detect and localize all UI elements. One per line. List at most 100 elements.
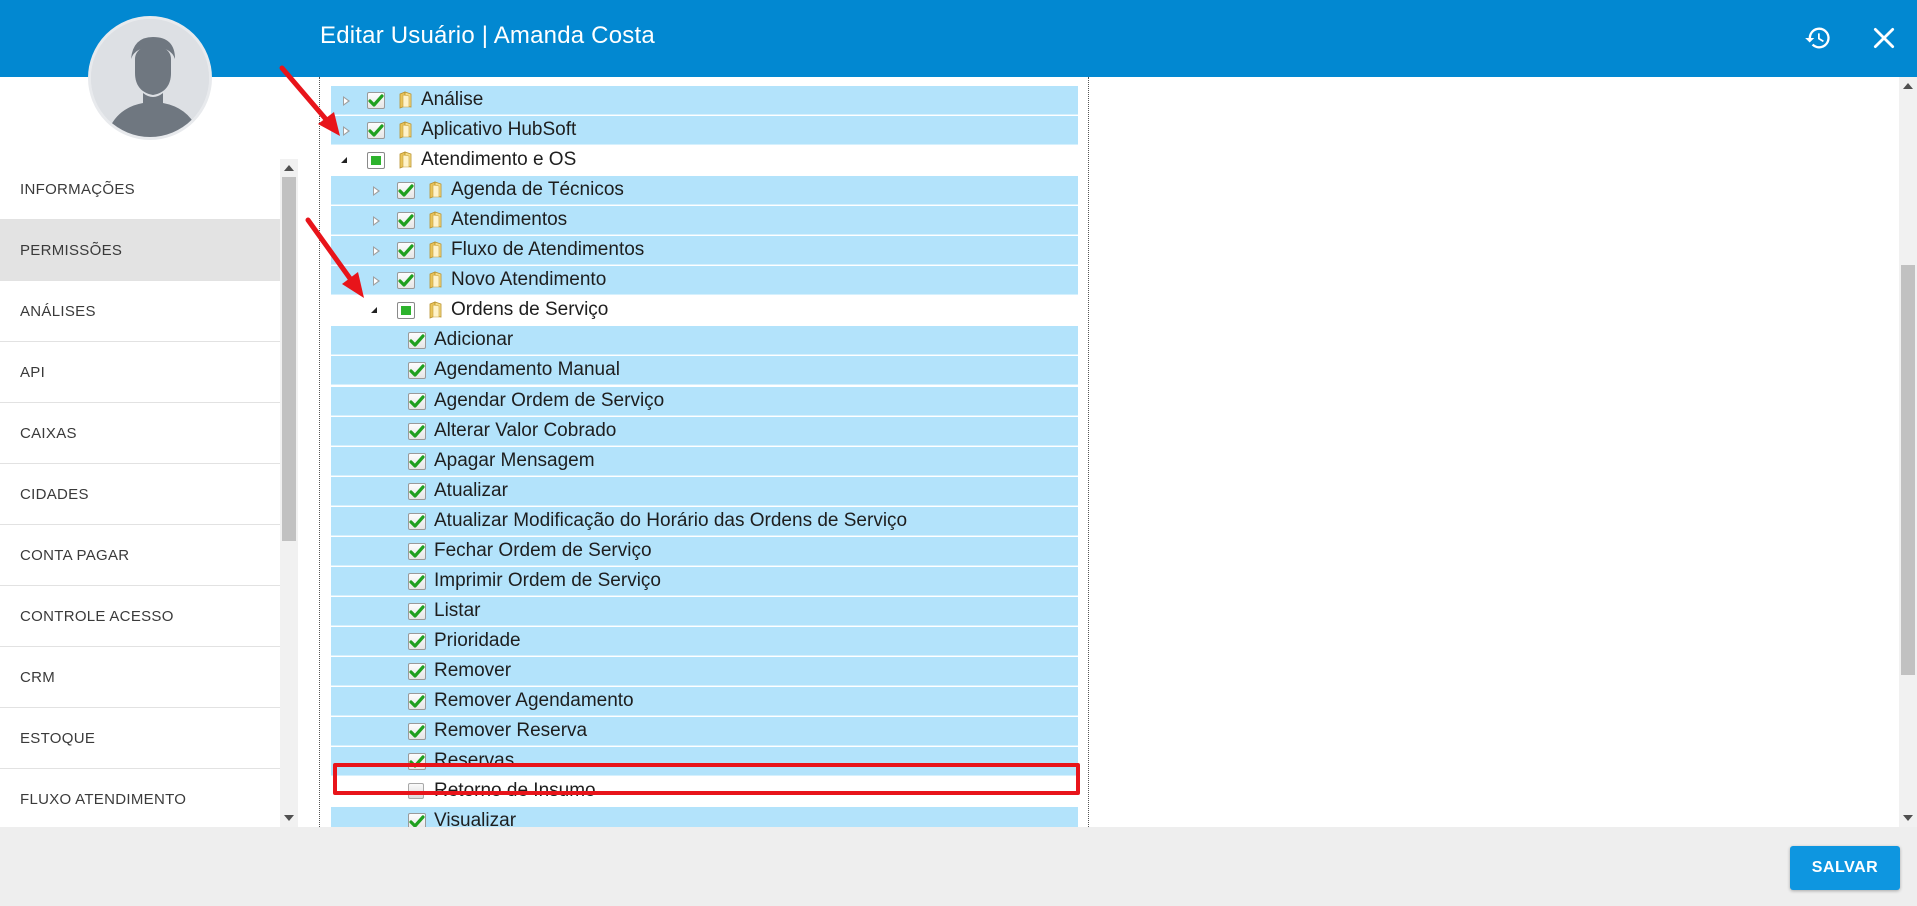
sidebar-item-api[interactable]: API (0, 342, 280, 403)
tree-node-label: Ordens de Serviço (451, 299, 609, 321)
sidebar-item-fluxo-atendimento[interactable]: FLUXO ATENDIMENTO (0, 769, 280, 827)
save-button[interactable]: SALVAR (1790, 846, 1900, 890)
tree-node-agendamento-manual[interactable]: Agendamento Manual (331, 356, 1078, 386)
folder-icon (397, 91, 415, 109)
tree-node-remover[interactable]: Remover (331, 656, 1078, 686)
tree-node-novo-atendimento[interactable]: Novo Atendimento (331, 266, 1078, 296)
tree-divider (1088, 77, 1089, 827)
tree-node-label: Análise (421, 89, 484, 110)
checkbox-checked-icon[interactable] (408, 542, 426, 560)
tree-node-remover-reserva[interactable]: Remover Reserva (331, 717, 1078, 747)
collapse-triangle-icon[interactable] (371, 305, 383, 317)
tree-node-remover-agendamento[interactable]: Remover Agendamento (331, 687, 1078, 716)
checkbox-checked-icon[interactable] (408, 572, 426, 590)
sidebar-item-crm[interactable]: CRM (0, 647, 280, 708)
tree-guide-line (319, 77, 320, 827)
avatar (88, 16, 212, 140)
tree-node-aplicativo-hubsoft[interactable]: Aplicativo HubSoft (331, 116, 1078, 146)
tree-node-atualizar-modificacao-do-horario-das-ordens-de-servico[interactable]: Atualizar Modificação do Horário das Ord… (331, 506, 1078, 536)
main-scrollbar[interactable] (1899, 77, 1917, 827)
expand-triangle-icon[interactable] (371, 215, 383, 227)
tree-node-prioridade[interactable]: Prioridade (331, 626, 1078, 656)
collapse-triangle-icon[interactable] (341, 155, 353, 167)
checkbox-checked-icon[interactable] (408, 512, 426, 530)
folder-icon (427, 241, 445, 259)
tree-node-atendimento-e-os[interactable]: Atendimento e OS (331, 146, 1078, 176)
checkbox-checked-icon[interactable] (397, 242, 415, 260)
scroll-down-icon[interactable] (1903, 815, 1913, 821)
checkbox-checked-icon[interactable] (367, 122, 385, 140)
arrow-annotation-ordens (305, 217, 364, 298)
checkbox-checked-icon[interactable] (397, 212, 415, 230)
tree-node-label: Remover Agendamento (434, 690, 634, 711)
arrow-annotation-atendimento (279, 65, 340, 136)
checkbox-checked-icon[interactable] (408, 632, 426, 650)
tree-node-atendimentos[interactable]: Atendimentos (331, 206, 1078, 236)
checkbox-checked-icon[interactable] (397, 182, 415, 200)
checkbox-checked-icon[interactable] (397, 272, 415, 290)
checkbox-checked-icon[interactable] (408, 662, 426, 680)
checkbox-checked-icon[interactable] (367, 92, 385, 109)
expand-triangle-icon[interactable] (371, 275, 383, 287)
scroll-up-icon[interactable] (1903, 83, 1913, 89)
tree-node-alterar-valor-cobrado[interactable]: Alterar Valor Cobrado (331, 416, 1078, 446)
tree-node-label: Prioridade (434, 629, 521, 651)
tree-node-ordens-de-servico[interactable]: Ordens de Serviço (331, 296, 1078, 326)
sidebar-item-estoque[interactable]: ESTOQUE (0, 708, 280, 769)
tree-node-apagar-mensagem[interactable]: Apagar Mensagem (331, 446, 1078, 476)
sidebar-item-cidades[interactable]: CIDADES (0, 464, 280, 525)
expand-triangle-icon[interactable] (371, 185, 383, 197)
user-silhouette-icon (91, 19, 209, 137)
close-button[interactable] (1866, 20, 1902, 56)
history-button[interactable] (1800, 20, 1836, 56)
close-icon (1873, 27, 1895, 49)
sidebar-scrollbar[interactable] (280, 159, 298, 827)
checkbox-partial-icon[interactable] (367, 152, 385, 170)
checkbox-checked-icon[interactable] (408, 482, 426, 500)
checkbox-checked-icon[interactable] (408, 813, 426, 827)
tree-node-fluxo-de-atendimentos[interactable]: Fluxo de Atendimentos (331, 236, 1078, 266)
tree-node-visualizar[interactable]: Visualizar (331, 807, 1078, 827)
tree-node-label: Remover (434, 659, 512, 681)
sidebar-item-informa-es[interactable]: INFORMAÇÕES (0, 159, 280, 220)
checkbox-checked-icon[interactable] (408, 362, 426, 380)
tree-node-agendar-ordem-de-servico[interactable]: Agendar Ordem de Serviço (331, 386, 1078, 416)
checkbox-checked-icon[interactable] (408, 723, 426, 741)
tree-node-label: Adicionar (434, 329, 514, 351)
sidebar-item-an-lises[interactable]: ANÁLISES (0, 281, 280, 342)
checkbox-checked-icon[interactable] (408, 392, 426, 410)
tree-node-analise[interactable]: Análise (331, 86, 1078, 115)
checkbox-checked-icon[interactable] (408, 693, 426, 710)
tree-node-label: Apagar Mensagem (434, 449, 595, 471)
scroll-down-icon[interactable] (284, 815, 294, 821)
checkbox-checked-icon[interactable] (408, 452, 426, 470)
tree-node-label: Fechar Ordem de Serviço (434, 539, 652, 561)
main-scroll-thumb[interactable] (1901, 265, 1915, 675)
sidebar-item-controle-acesso[interactable]: CONTROLE ACESSO (0, 586, 280, 647)
tree-node-label: Atualizar Modificação do Horário das Ord… (434, 509, 908, 531)
sidebar-item-conta-pagar[interactable]: CONTA PAGAR (0, 525, 280, 586)
tree-node-label: Atendimento e OS (421, 149, 577, 171)
checkbox-checked-icon[interactable] (408, 602, 426, 620)
tree-node-adicionar[interactable]: Adicionar (331, 326, 1078, 356)
sidebar-item-permiss-es[interactable]: PERMISSÕES (0, 220, 280, 281)
scroll-up-icon[interactable] (284, 165, 294, 171)
tree-node-label: Agendar Ordem de Serviço (434, 389, 665, 411)
checkbox-checked-icon[interactable] (408, 332, 426, 350)
sidebar-scroll-thumb[interactable] (282, 177, 296, 541)
checkbox-checked-icon[interactable] (408, 422, 426, 440)
sidebar-item-caixas[interactable]: CAIXAS (0, 403, 280, 464)
expand-triangle-icon[interactable] (371, 245, 383, 257)
tree-node-atualizar[interactable]: Atualizar (331, 476, 1078, 506)
dialog-title: Editar Usuário | Amanda Costa (320, 22, 655, 49)
folder-icon (427, 271, 445, 289)
tree-node-imprimir-ordem-de-servico[interactable]: Imprimir Ordem de Serviço (331, 566, 1078, 596)
tree-node-fechar-ordem-de-servico[interactable]: Fechar Ordem de Serviço (331, 536, 1078, 566)
folder-icon (427, 181, 445, 199)
highlight-retorno-de-insumo (333, 763, 1080, 795)
tree-node-listar[interactable]: Listar (331, 596, 1078, 626)
checkbox-partial-icon[interactable] (397, 302, 415, 320)
tree-node-label: Listar (434, 599, 481, 621)
tree-node-agenda-de-tecnicos[interactable]: Agenda de Técnicos (331, 176, 1078, 206)
sidebar: INFORMAÇÕES PERMISSÕES ANÁLISES API CAIXAS CI… (0, 159, 298, 827)
